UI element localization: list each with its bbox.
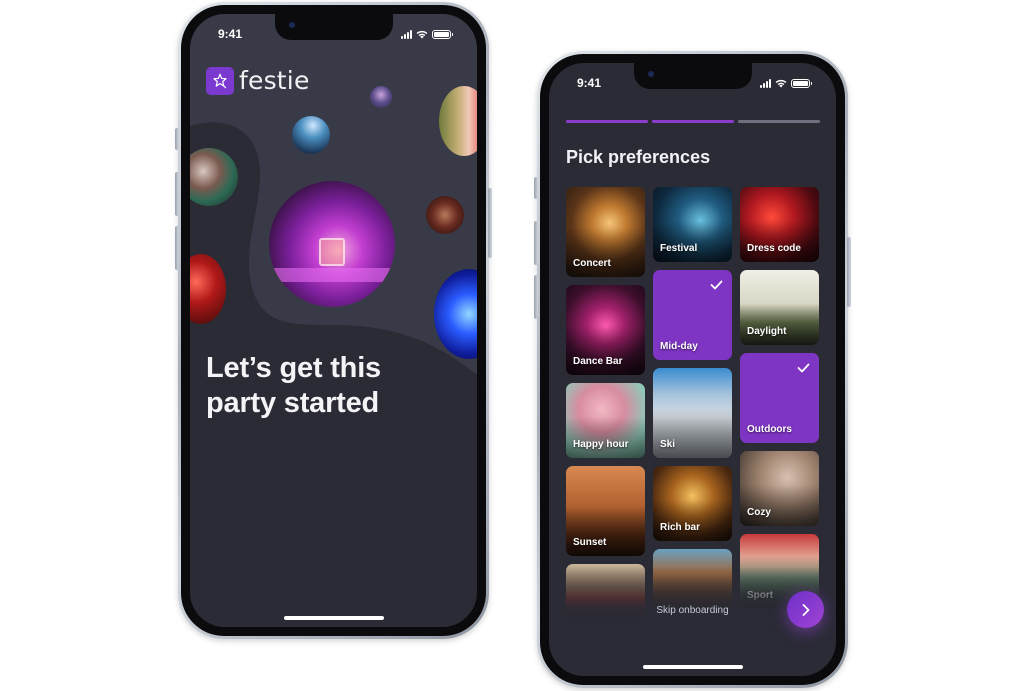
checkmark-icon	[710, 277, 723, 295]
status-time: 9:41	[218, 27, 243, 41]
preference-label: Festival	[660, 243, 698, 254]
wifi-icon	[416, 30, 428, 38]
headline-line-1: Let’s get this	[206, 352, 381, 384]
cellular-signal-icon	[401, 29, 412, 39]
home-indicator[interactable]	[283, 616, 384, 620]
photo-bubble-dj-lights	[292, 116, 330, 154]
preference-card-rich-bar[interactable]: Rich bar	[653, 466, 732, 541]
power-button	[847, 237, 851, 307]
star-sparkle-icon	[206, 66, 234, 95]
preferences-column-1: Concert Dance Bar Happy hour Sunset	[566, 187, 645, 624]
preference-label: Dress code	[747, 243, 801, 254]
preference-label: Concert	[573, 258, 611, 269]
progress-step-1	[566, 120, 648, 123]
preferences-column-3: Dress code Daylight Outdoors Cozy Sport	[740, 187, 819, 609]
preference-label: Dance Bar	[573, 356, 623, 367]
preference-card-outdoors[interactable]: Outdoors	[740, 353, 819, 443]
checkmark-icon	[797, 360, 810, 378]
power-button	[488, 188, 492, 258]
page-title: Pick preferences	[566, 147, 711, 167]
preference-card-dress-code[interactable]: Dress code	[740, 187, 819, 262]
cellular-signal-icon	[760, 78, 771, 88]
volume-down-button	[175, 226, 179, 270]
preference-card-dance-bar[interactable]: Dance Bar	[566, 285, 645, 375]
volume-up-button	[534, 221, 538, 265]
photo-bubble-club-girl	[370, 86, 392, 108]
preference-card-concert[interactable]: Concert	[566, 187, 645, 277]
preference-card-daylight[interactable]: Daylight	[740, 270, 819, 345]
preference-label: Happy hour	[573, 439, 629, 450]
preference-label: Ski	[660, 439, 676, 450]
next-button[interactable]	[787, 591, 824, 628]
photo-bubble-club-girls	[426, 196, 464, 234]
volume-up-button	[175, 172, 179, 216]
volume-down-button	[534, 275, 538, 319]
preference-label: Sunset	[573, 537, 607, 548]
preference-card-festival[interactable]: Festival	[653, 187, 732, 262]
preference-card-cozy[interactable]: Cozy	[740, 451, 819, 526]
photo-bubble-bartender-cocktail	[269, 181, 395, 307]
preference-card-ski[interactable]: Ski	[653, 368, 732, 458]
headline-line-2: party started	[206, 387, 380, 419]
festie-logo: festie	[206, 66, 310, 95]
mute-switch	[534, 177, 538, 199]
preference-card-happy-hour[interactable]: Happy hour	[566, 383, 645, 458]
phone-welcome-screen: 9:41 festie Let’s get this party started	[175, 2, 492, 639]
preferences-screen: 9:41 Pick preferences Concert Dance Bar …	[549, 63, 836, 676]
battery-icon	[791, 78, 812, 88]
mute-switch	[175, 128, 179, 150]
preference-label: Mid-day	[660, 341, 698, 352]
chevron-right-icon	[802, 603, 809, 616]
progress-step-2	[652, 120, 734, 123]
status-bar: 9:41	[549, 63, 836, 97]
brand-name: festie	[239, 66, 310, 95]
preferences-column-2: Festival Mid-day Ski Rich bar	[653, 187, 732, 609]
preference-card-sunset[interactable]: Sunset	[566, 466, 645, 556]
preference-label: Outdoors	[747, 424, 792, 435]
preference-label: Rich bar	[660, 522, 701, 533]
battery-icon	[432, 29, 453, 39]
status-time: 9:41	[577, 76, 602, 90]
wifi-icon	[775, 79, 787, 87]
welcome-screen: 9:41 festie Let’s get this party started	[190, 14, 477, 627]
phone-preferences-screen: 9:41 Pick preferences Concert Dance Bar …	[534, 51, 851, 688]
onboarding-progress	[566, 120, 820, 123]
preference-label: Daylight	[747, 326, 787, 337]
preference-label: Cozy	[747, 507, 771, 518]
status-bar: 9:41	[190, 14, 477, 48]
preference-card-mid-day[interactable]: Mid-day	[653, 270, 732, 360]
headline: Let’s get this party started	[206, 351, 381, 421]
home-indicator[interactable]	[642, 665, 743, 669]
progress-step-3	[738, 120, 820, 123]
